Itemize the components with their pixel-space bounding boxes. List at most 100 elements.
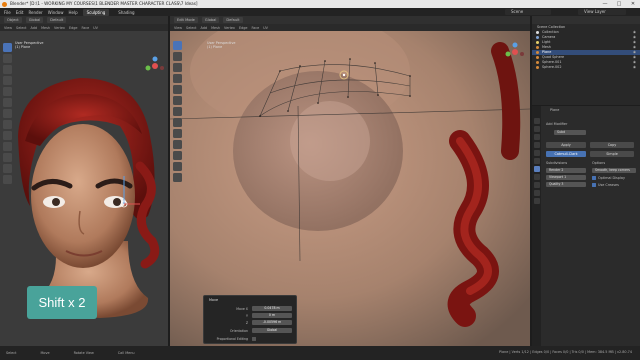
outliner-row-label: Collection (542, 30, 559, 34)
uv-smooth-dropdown[interactable]: Smooth, keep corners (592, 168, 636, 173)
right-scale-tool-icon[interactable] (173, 85, 182, 94)
right-cursor-tool-icon[interactable] (173, 52, 182, 61)
right-menu-edge[interactable]: Edge (239, 26, 248, 30)
move-y-field[interactable]: 0 m (252, 313, 292, 318)
optimal-display-checkbox[interactable] (592, 176, 596, 180)
physics-tab-icon[interactable] (533, 174, 540, 180)
right-menu-select[interactable]: Select (186, 26, 196, 30)
mesh-icon (536, 46, 539, 49)
copy-modifier-button[interactable]: Copy (590, 142, 634, 148)
right-bevel-tool-icon[interactable] (173, 151, 182, 160)
menu-render[interactable]: Render (28, 10, 42, 15)
use-creases-label: Use Creases (598, 182, 619, 187)
tool-tab-icon[interactable] (533, 118, 540, 124)
right-menu-uv[interactable]: UV (263, 26, 268, 30)
orientation-field[interactable]: Global (252, 328, 292, 333)
right-move-tool-icon[interactable] (173, 63, 182, 72)
status-scene-stats: Plane | Verts 1/12 | Edges 0/0 | Faces 0… (499, 350, 632, 354)
status-select-hint: Select (6, 351, 17, 355)
left-navigation-gizmo[interactable] (145, 56, 165, 76)
modifier-tab-icon[interactable] (533, 166, 540, 172)
quality-field[interactable]: Quality 3 (546, 182, 586, 187)
right-rotate-tool-icon[interactable] (173, 74, 182, 83)
scene-selector[interactable]: Scene (505, 9, 551, 15)
render-tab-icon[interactable] (533, 126, 540, 132)
constraints-tab-icon[interactable] (533, 182, 540, 188)
move-x-field[interactable]: 0.0478 m (252, 306, 292, 311)
menu-file[interactable]: File (4, 10, 11, 15)
add-modifier-label[interactable]: Add Modifier (546, 122, 567, 126)
proportional-editing-checkbox[interactable] (252, 337, 256, 341)
apply-modifier-button[interactable]: Apply (546, 142, 586, 148)
move-z-field[interactable]: -0.00596 m (252, 320, 292, 325)
top-menubar: File Edit Render Window Help Sculpting S… (0, 8, 640, 16)
camera-icon (536, 36, 539, 39)
right-transform-tool-icon[interactable] (173, 96, 182, 105)
close-button[interactable]: ✕ (626, 0, 640, 8)
right-menu-view[interactable]: View (174, 26, 182, 30)
object-tab-icon[interactable] (533, 158, 540, 164)
material-tab-icon[interactable] (533, 198, 540, 204)
use-creases-checkbox[interactable] (592, 183, 596, 187)
move-operator-panel[interactable]: Move Move X 0.0478 m Y 0 m Z -0.00596 m … (203, 295, 297, 344)
collection-icon (536, 31, 539, 34)
outliner-row[interactable]: Sphere.002 ◉ (532, 65, 640, 70)
mesh-icon (536, 56, 539, 59)
outliner-row-label: Mesh (542, 45, 551, 49)
right-menu-mesh[interactable]: Mesh (211, 26, 220, 30)
light-icon (536, 41, 539, 44)
visibility-eye-icon[interactable]: ◉ (633, 65, 636, 70)
catmull-clark-tab[interactable]: Catmull-Clark (546, 151, 586, 157)
data-tab-icon[interactable] (533, 190, 540, 196)
right-loopcut-tool-icon[interactable] (173, 162, 182, 171)
view-layer-selector[interactable]: View Layer (578, 9, 626, 15)
move-z-label: Z (245, 321, 248, 325)
quality-label: Quality (549, 182, 561, 186)
maximize-button[interactable]: □ (612, 0, 626, 8)
modifier-name-field[interactable]: Subd (554, 130, 586, 135)
right-view-info: User Perspective (1) Plane (207, 41, 235, 50)
render-levels-value: 2 (561, 168, 564, 172)
workspace-tab-sculpting[interactable]: Sculpting (82, 8, 110, 16)
orientation-label: Orientation (230, 329, 248, 333)
output-tab-icon[interactable] (533, 134, 540, 140)
simple-tab[interactable]: Simple (590, 151, 634, 157)
outliner-row-label: Sphere.002 (542, 65, 562, 69)
right-measure-tool-icon[interactable] (173, 118, 182, 127)
status-menu-hint: Call Menu (117, 351, 135, 355)
viewport-levels-label: Viewport (549, 175, 564, 179)
right-knife-tool-icon[interactable] (173, 173, 182, 182)
optimal-display-label: Optimal Display (598, 175, 625, 180)
world-tab-icon[interactable] (533, 150, 540, 156)
right-menu-vertex[interactable]: Vertex (224, 26, 235, 30)
right-pivot-dropdown[interactable]: Default (223, 17, 243, 23)
menu-edit[interactable]: Edit (16, 10, 24, 15)
right-extrude-tool-icon[interactable] (173, 129, 182, 138)
subdivisions-label: Subdivisions (546, 161, 568, 165)
right-menu-add[interactable]: Add (201, 26, 208, 30)
right-viewport-subheader: View Select Add Mesh Vertex Edge Face UV (170, 24, 530, 31)
right-select-tool-icon[interactable] (173, 41, 182, 50)
right-orientation-dropdown[interactable]: Global (201, 17, 220, 23)
mesh-icon (536, 51, 539, 54)
render-levels-field[interactable]: Render 2 (546, 168, 586, 173)
outliner-row-label: Camera (542, 35, 556, 39)
right-annotate-tool-icon[interactable] (173, 107, 182, 116)
scene-tab-icon[interactable] (533, 142, 540, 148)
minimize-button[interactable]: — (598, 0, 612, 8)
viewport-levels-value: 1 (564, 175, 567, 179)
menu-help[interactable]: Help (68, 10, 77, 15)
window-titlebar: Blender* [D:\1 - WORKING MY COURSES\1 BL… (0, 0, 640, 8)
right-inset-tool-icon[interactable] (173, 140, 182, 149)
right-menu-face[interactable]: Face (251, 26, 259, 30)
right-toolbar (173, 41, 182, 182)
status-move-hint: Move (40, 351, 50, 355)
menu-window[interactable]: Window (48, 10, 64, 15)
viewport-levels-field[interactable]: Viewport 1 (546, 175, 586, 180)
outliner-row-label: Quad Sphere (542, 55, 565, 59)
right-mode-dropdown[interactable]: Edit Mode (174, 17, 198, 23)
workspace-tab-shading[interactable]: Shading (114, 9, 138, 16)
right-navigation-gizmo[interactable] (505, 42, 525, 62)
outliner-header (532, 16, 640, 24)
outliner-row-label: Sphere.001 (542, 60, 562, 64)
